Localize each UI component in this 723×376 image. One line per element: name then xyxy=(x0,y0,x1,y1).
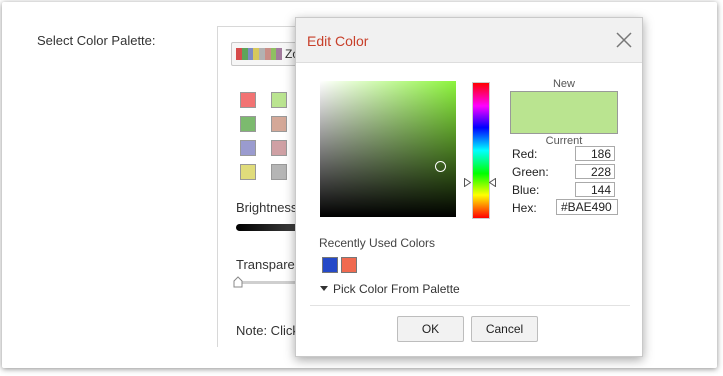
hex-label: Hex: xyxy=(512,201,537,215)
ok-button[interactable]: OK xyxy=(397,316,464,342)
dialog-header: Edit Color xyxy=(296,18,642,63)
saturation-value-picker[interactable] xyxy=(320,81,456,217)
hue-slider-right-arrow-icon[interactable] xyxy=(489,178,496,187)
select-color-palette-label: Select Color Palette: xyxy=(37,33,156,48)
close-icon[interactable] xyxy=(615,31,633,49)
blue-input[interactable]: 144 xyxy=(575,182,615,197)
red-input[interactable]: 186 xyxy=(575,146,615,161)
green-input[interactable]: 228 xyxy=(575,164,615,179)
note-label: Note: Click xyxy=(236,323,299,338)
saturation-value-gradient xyxy=(320,81,456,217)
pick-color-from-palette-label: Pick Color From Palette xyxy=(333,282,460,296)
pick-color-from-palette-toggle[interactable]: Pick Color From Palette xyxy=(320,282,460,296)
edit-color-dialog: Edit Color New Current Red: 186 Green: 2… xyxy=(295,17,643,357)
dialog-title: Edit Color xyxy=(307,33,369,49)
hue-slider-left-arrow-icon[interactable] xyxy=(464,178,471,187)
palette-preview-strip xyxy=(236,48,282,60)
app-frame: Select Color Palette: Zo Brightness Tran… xyxy=(2,2,717,368)
transparency-label: Transparen xyxy=(236,257,302,272)
green-label: Green: xyxy=(512,165,549,179)
hex-input[interactable]: #BAE490 xyxy=(556,199,618,215)
strip-color xyxy=(276,48,282,60)
palette-swatch[interactable] xyxy=(240,92,256,108)
palette-swatch[interactable] xyxy=(271,140,287,156)
palette-swatch-selected[interactable] xyxy=(271,92,287,108)
cancel-button[interactable]: Cancel xyxy=(471,316,538,342)
caret-down-icon xyxy=(320,286,328,291)
palette-swatch[interactable] xyxy=(271,116,287,132)
blue-label: Blue: xyxy=(512,183,540,197)
recently-used-colors-label: Recently Used Colors xyxy=(319,236,436,250)
new-color-label: New xyxy=(552,78,575,90)
brightness-label: Brightness xyxy=(236,200,298,215)
hue-slider[interactable] xyxy=(472,82,490,219)
red-label: Red: xyxy=(512,147,538,161)
recent-color-swatch[interactable] xyxy=(322,257,338,273)
palette-swatch[interactable] xyxy=(240,116,256,132)
new-color-swatch xyxy=(510,91,618,134)
recent-color-swatch[interactable] xyxy=(341,257,357,273)
dialog-divider xyxy=(310,305,630,306)
color-picker-cursor[interactable] xyxy=(435,161,446,172)
palette-swatch[interactable] xyxy=(271,164,287,180)
transparency-slider-thumb[interactable] xyxy=(233,276,243,288)
palette-swatch[interactable] xyxy=(240,140,256,156)
palette-swatch[interactable] xyxy=(240,164,256,180)
